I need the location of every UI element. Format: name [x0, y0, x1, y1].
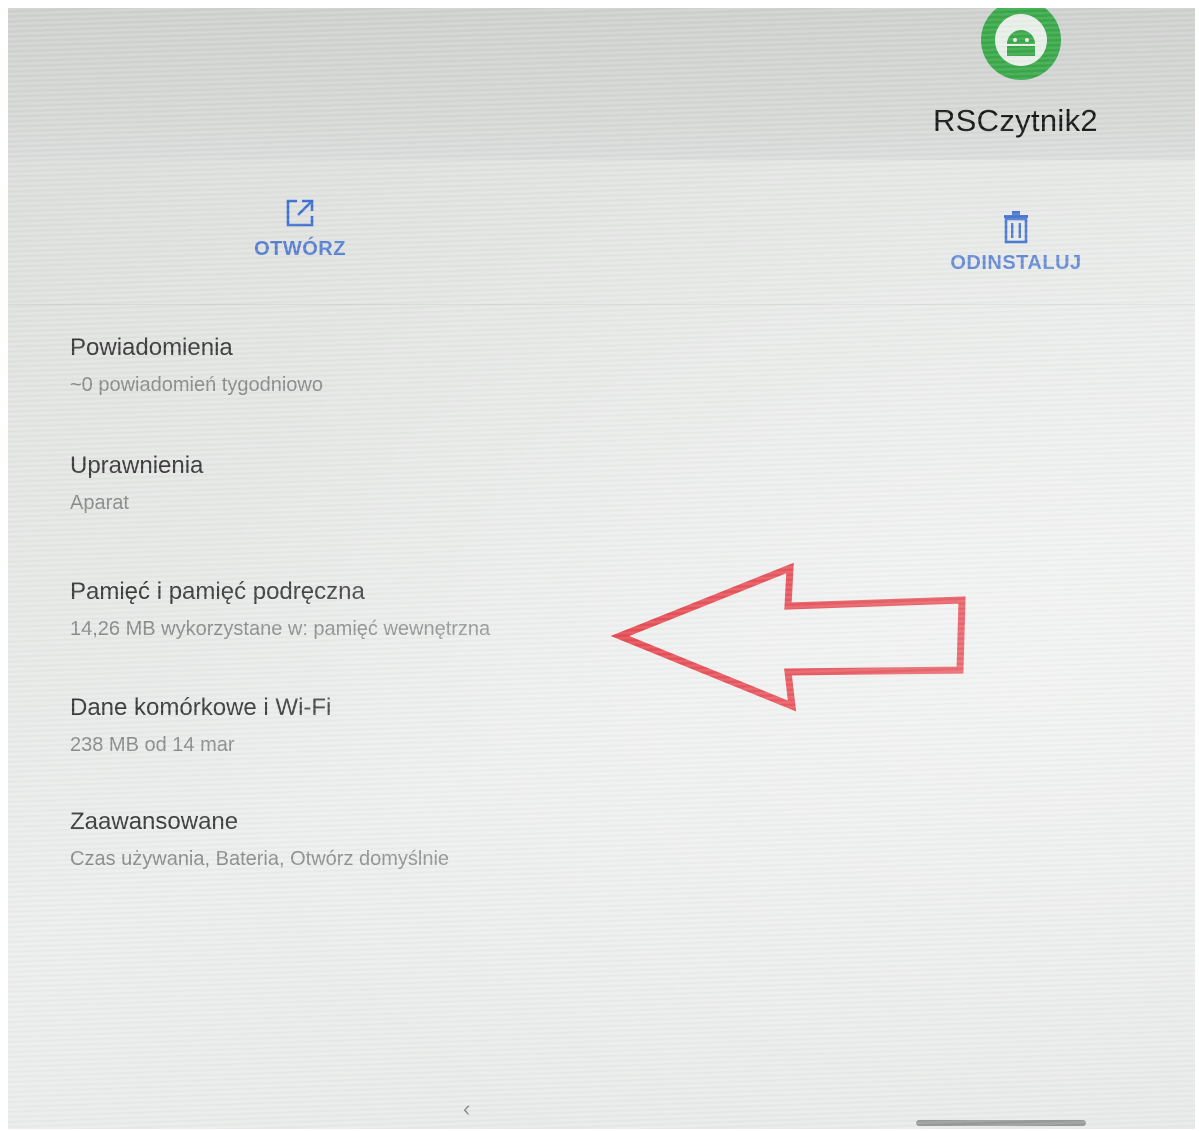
- settings-item-permissions[interactable]: Uprawnienia Aparat: [70, 452, 970, 576]
- app-actions: OTWÓRZ ODINSTALUJ: [8, 160, 1195, 305]
- settings-item-title: Uprawnienia: [70, 452, 204, 479]
- settings-item-title: Zaawansowane: [70, 808, 239, 835]
- app-name: RSCzytnik2: [933, 103, 1098, 138]
- uninstall-button-label: ODINSTALUJ: [950, 252, 1082, 274]
- open-button-label: OTWÓRZ: [254, 238, 346, 260]
- open-button[interactable]: OTWÓRZ: [240, 196, 360, 261]
- uninstall-button[interactable]: ODINSTALUJ: [936, 210, 1096, 275]
- settings-item-subtitle: Aparat: [70, 492, 129, 514]
- nav-back-button[interactable]: ‹: [463, 1096, 470, 1122]
- android-icon: [981, 8, 1061, 80]
- settings-item-subtitle: 238 MB od 14 mar: [70, 734, 235, 756]
- open-external-icon: [286, 199, 314, 227]
- trash-icon: [1004, 211, 1028, 244]
- settings-item-notifications[interactable]: Powiadomienia ~0 powiadomień tygodniowo: [70, 334, 970, 456]
- settings-item-subtitle: ~0 powiadomień tygodniowo: [70, 374, 323, 396]
- settings-item-title: Powiadomienia: [70, 334, 233, 361]
- nav-home-bar[interactable]: [916, 1120, 1086, 1126]
- app-header: RSCzytnik2: [8, 8, 1195, 160]
- screen-photo: RSCzytnik2 OTWÓRZ ODINSTALUJ Powiadomien…: [8, 8, 1195, 1129]
- red-arrow-annotation: [610, 562, 966, 712]
- settings-item-advanced[interactable]: Zaawansowane Czas używania, Bateria, Otw…: [70, 808, 970, 908]
- settings-item-subtitle: Czas używania, Bateria, Otwórz domyślnie: [70, 848, 450, 870]
